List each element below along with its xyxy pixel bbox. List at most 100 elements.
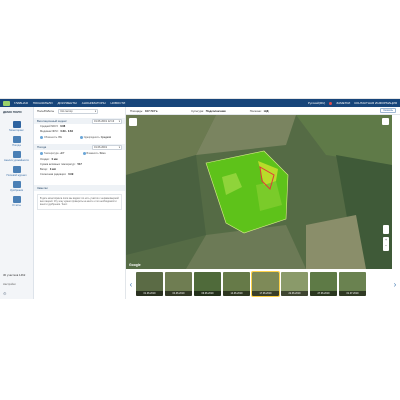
map-icon [12, 121, 21, 128]
stat-value: Средняя [100, 136, 112, 139]
temperature-stat: Температура +23° [40, 152, 65, 155]
uniformity-icon [79, 136, 83, 139]
sidebar-item-yield[interactable]: Анализ урожайности [0, 151, 33, 162]
thumbnail-date: 09.06.2019 [194, 291, 221, 296]
nav-anonymizers[interactable]: АНОНИМАТОРЫ [82, 101, 106, 105]
notes-textarea[interactable]: В дате мониторинга поля мы видим что ест… [37, 194, 122, 210]
sidebar-item-label: Полевой журнал [6, 174, 27, 177]
kv-key: Ветер: [40, 168, 48, 171]
nav-documents[interactable]: ДОКУМЕНТЫ [58, 101, 77, 105]
stat-value: Ясно [99, 152, 106, 155]
kv-key: Медиана NDVI: [40, 130, 59, 133]
fertilizer-icon [12, 181, 21, 188]
kv-key: Осадки: [40, 158, 50, 161]
crop-value: Подсолнечник [205, 108, 226, 113]
thumbnail-date: 14.06.2019 [223, 291, 250, 296]
uniformity-stat: Однородность Средняя [79, 136, 112, 139]
stat-value: +23° [59, 152, 65, 155]
contact-link[interactable]: КОНТАКТНАЯ ИНФОРМАЦИЯ [354, 101, 397, 105]
kv-value: 0.68 [60, 125, 66, 128]
thumbnail-selected[interactable]: 17.06.2019 [251, 271, 280, 297]
left-sidebar: ДЕМО ПОЛЯ Мониторинг Погода Анализ урожа… [0, 107, 34, 299]
chevron-down-icon: ▾ [94, 109, 97, 113]
sidebar-item-label: Отчёты [11, 204, 22, 207]
thumbnail[interactable]: 22.06.2019 [281, 272, 308, 296]
report-icon [12, 196, 21, 203]
stat-label: Облачность [44, 136, 58, 139]
map-header: Площадь: 107.79 Га Культура: Подсолнечник … [126, 107, 400, 115]
fullscreen-icon[interactable] [382, 118, 389, 125]
thumbnail-date: 01.06.2019 [136, 291, 163, 296]
sidebar-item-label: Анализ урожайности [3, 159, 30, 162]
zoom-control[interactable]: + − [383, 237, 389, 251]
sowing-info: Посеяно: Н/Д [250, 109, 269, 113]
thumbnail-date: 04.06.2019 [165, 291, 192, 296]
zoom-out-icon[interactable]: − [383, 243, 389, 249]
notes-section: Заметки [34, 185, 125, 191]
vegetation-date-select[interactable]: 01.06.2019 12:13 ▾ [92, 118, 122, 124]
main-nav: ГЛАВНАЯ ПОКАЗАТЕЛИ ДОКУМЕНТЫ АНОНИМАТОРЫ… [14, 101, 125, 105]
thumbnail[interactable]: 01.06.2019 [136, 272, 163, 296]
area-label: Площадь: [130, 108, 143, 113]
download-button[interactable]: Скачать [380, 108, 396, 113]
gear-icon[interactable]: ⚙ [3, 291, 7, 296]
field-select-value: СН сектор [60, 109, 73, 113]
pegman-icon[interactable] [383, 225, 389, 234]
image-timeline: ‹ 01.06.2019 04.06.2019 09.06.2019 14.06… [126, 269, 400, 299]
app-logo[interactable] [3, 100, 10, 106]
thumbnail-date: 17.06.2019 [252, 291, 279, 296]
stat-label: Однородность [83, 136, 100, 139]
kv-value: 3 м/с [49, 168, 57, 171]
chart-icon [12, 151, 21, 158]
stat-label: Температура [44, 152, 59, 155]
kv-key: Солнечная радиация: [40, 173, 67, 176]
sidebar-item-fertilizer[interactable]: Удобрения [0, 181, 33, 192]
date-value: 01.06.2019 [94, 145, 107, 149]
field-select-row: Поле/Работы СН сектор ▾ [34, 107, 125, 115]
section-title: Заметки [37, 186, 48, 190]
satellite-map[interactable]: + − Google [126, 115, 392, 269]
chevron-down-icon: ▾ [118, 119, 120, 123]
nav-news[interactable]: НОВОСТИ [111, 101, 126, 105]
thumbnail[interactable]: 01.07.2019 [339, 272, 366, 296]
kv-value: 0.09 [68, 173, 74, 176]
thumbnail[interactable]: 14.06.2019 [223, 272, 250, 296]
language-selector[interactable]: Русский(RU) [308, 101, 325, 105]
field-select[interactable]: СН сектор ▾ [58, 108, 99, 114]
kv-key: Сумма активных температур: [40, 163, 76, 166]
sidebar-item-monitoring[interactable]: Мониторинг [0, 121, 33, 132]
stat-value: 0% [58, 136, 62, 139]
kv-value: 517 [77, 163, 82, 166]
thumbnail-list: 01.06.2019 04.06.2019 09.06.2019 14.06.2… [136, 271, 390, 297]
chevron-right-icon[interactable]: › [390, 280, 400, 289]
layers-icon[interactable] [129, 118, 137, 126]
topbar-right: Русский(RU) ЗАМЕТКИ КОНТАКТНАЯ ИНФОРМАЦИ… [308, 101, 397, 105]
thumbnail[interactable]: 04.06.2019 [165, 272, 192, 296]
settings-link[interactable]: Настройки [3, 283, 16, 286]
sidebar-item-reports[interactable]: Отчёты [0, 196, 33, 207]
cloud-icon [40, 136, 43, 139]
weather-stats: Температура +23° Влажность Ясно [34, 150, 125, 157]
app-window: ГЛАВНАЯ ПОКАЗАТЕЛИ ДОКУМЕНТЫ АНОНИМАТОРЫ… [0, 98, 400, 299]
area-value: 107.79 Га [144, 108, 158, 113]
field-info-panel: Поле/Работы СН сектор ▾ Вегетационный ин… [34, 107, 126, 299]
sowing-value: Н/Д [263, 108, 269, 113]
field-count: 30 участков 1462 [3, 273, 26, 277]
thumbnail-date: 22.06.2019 [281, 291, 308, 296]
crop-label: Культура: [191, 108, 204, 113]
vegetation-stats: Облачность 0% Однородность Средняя [34, 134, 125, 141]
sidebar-item-weather[interactable]: Погода [0, 136, 33, 147]
sidebar-item-journal[interactable]: Полевой журнал [0, 166, 33, 177]
thumbnail-date: 01.07.2019 [339, 291, 366, 296]
notes-link[interactable]: ЗАМЕТКИ [336, 101, 350, 105]
nav-home[interactable]: ГЛАВНАЯ [14, 101, 28, 105]
weather-date-select[interactable]: 01.06.2019 ▾ [92, 144, 122, 150]
thumbnail[interactable]: 27.06.2019 [310, 272, 337, 296]
thumbnail[interactable]: 09.06.2019 [194, 272, 221, 296]
field-label: Поле/Работы [37, 109, 55, 113]
chevron-left-icon[interactable]: ‹ [126, 280, 136, 289]
nav-indicators[interactable]: ПОКАЗАТЕЛИ [33, 101, 53, 105]
section-title: Вегетационный индекс [37, 119, 67, 123]
humidity-stat: Влажность Ясно [82, 152, 106, 155]
kv-key: Средний NDVI: [40, 125, 59, 128]
